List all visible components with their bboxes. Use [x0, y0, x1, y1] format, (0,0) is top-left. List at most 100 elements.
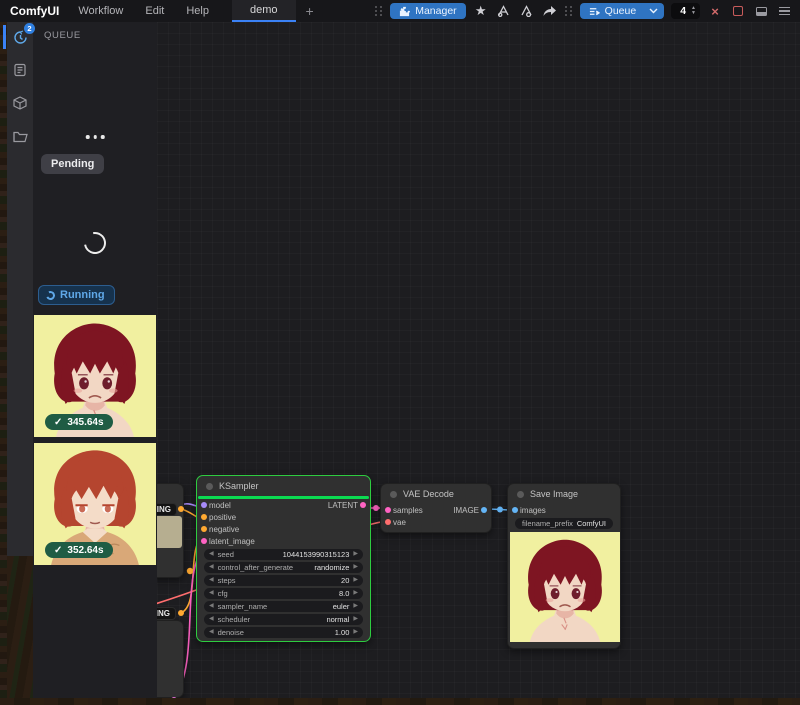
increment-icon[interactable]: ▶: [353, 601, 358, 612]
decrement-icon[interactable]: ◀: [209, 627, 214, 638]
sidebar-icon-rail: 2: [7, 22, 33, 556]
stop-icon[interactable]: [730, 3, 746, 19]
negative-input-dot[interactable]: [201, 526, 207, 532]
queue-run-icon: [589, 6, 600, 17]
check-icon: ✓: [54, 417, 62, 428]
comfyui-app: ComfyUI Workflow Edit Help demo + Manage…: [0, 0, 800, 705]
desktop-wallpaper-rail: [7, 556, 33, 705]
node-ksampler[interactable]: KSampler model LATENT positive negative …: [196, 475, 371, 642]
node-header[interactable]: Save Image: [508, 484, 620, 504]
saved-image-preview[interactable]: [510, 532, 620, 642]
pending-section-label: Pending: [41, 154, 104, 174]
node-library-icon: [13, 63, 27, 77]
running-badge: RUNNING: [157, 607, 176, 620]
node-header[interactable]: KSampler: [197, 476, 370, 496]
sidebar-item-queue[interactable]: 2: [10, 27, 30, 47]
decrement-icon[interactable]: ◀: [209, 601, 214, 612]
collapse-dot[interactable]: [206, 483, 213, 490]
widget-seed[interactable]: ◀ seed 1044153990315123 ▶: [204, 549, 363, 560]
sidebar-item-node-library[interactable]: [10, 60, 30, 80]
menu-workflow[interactable]: Workflow: [67, 5, 134, 17]
batch-count-stepper[interactable]: 4 ▲▼: [671, 3, 700, 19]
bottom-panel-icon[interactable]: [753, 3, 769, 19]
toolbar-drag-handle[interactable]: [375, 6, 383, 16]
widget-denoise[interactable]: ◀ denoise 1.00 ▶: [204, 627, 363, 638]
decrement-icon[interactable]: ◀: [209, 562, 214, 573]
hamburger-menu-icon[interactable]: [776, 3, 792, 19]
collapse-dot[interactable]: [390, 491, 397, 498]
widget-sampler-name[interactable]: ◀ sampler_name euler ▶: [204, 601, 363, 612]
app-logo: ComfyUI: [0, 4, 67, 18]
duration-badge: ✓ 352.64s: [45, 542, 113, 558]
star-icon[interactable]: ★: [473, 3, 489, 19]
top-menubar: ComfyUI Workflow Edit Help demo + Manage…: [0, 0, 800, 22]
images-input-dot[interactable]: [512, 507, 518, 513]
menu-edit[interactable]: Edit: [134, 5, 175, 17]
node-title: KSampler: [219, 481, 259, 491]
loading-spinner-icon: [80, 228, 111, 259]
queue-button[interactable]: Queue: [580, 3, 665, 19]
widget-cfg[interactable]: ◀ cfg 8.0 ▶: [204, 588, 363, 599]
decrement-icon[interactable]: ◀: [209, 549, 214, 560]
vae-input-dot[interactable]: [385, 519, 391, 525]
lasso-icon-2[interactable]: [519, 3, 535, 19]
node-vae-decode[interactable]: VAE Decode samples IMAGE vae: [380, 483, 492, 533]
puzzle-icon: [399, 6, 410, 17]
queue-result-thumbnail-1[interactable]: ✓ 345.64s: [34, 315, 156, 437]
desktop-wallpaper-left: [0, 22, 7, 705]
widget-filename-prefix[interactable]: filename_prefix ComfyUI: [515, 518, 613, 529]
chevron-down-icon[interactable]: [649, 8, 658, 14]
queue-panel: QUEUE Pending Running ✓ 345.64s ✓ 352.64…: [33, 22, 157, 698]
node-save-image[interactable]: Save Image images filename_prefix ComfyU…: [507, 483, 621, 649]
positive-input-dot[interactable]: [201, 514, 207, 520]
share-icon[interactable]: [542, 3, 558, 19]
queue-panel-title: QUEUE: [33, 22, 157, 41]
folder-icon: [13, 130, 28, 143]
conditioning-output-dot[interactable]: [178, 610, 184, 616]
increment-icon[interactable]: ▶: [353, 588, 358, 599]
sidebar-item-model-library[interactable]: [10, 93, 30, 113]
latent-output-dot[interactable]: [360, 502, 366, 508]
decrement-icon[interactable]: ◀: [209, 575, 214, 586]
increment-icon[interactable]: ▶: [353, 562, 358, 573]
desktop-wallpaper-bottom: [0, 698, 800, 705]
increment-icon[interactable]: ▶: [353, 614, 358, 625]
node-graph-canvas[interactable]: th lor, ed itable RUNNING RUNNING KSampl…: [157, 22, 800, 698]
node-header[interactable]: VAE Decode: [381, 484, 491, 504]
cube-icon: [13, 96, 27, 110]
samples-input-dot[interactable]: [385, 507, 391, 513]
image-output-dot[interactable]: [481, 507, 487, 513]
manager-button[interactable]: Manager: [390, 3, 465, 19]
running-spinner-icon: [45, 289, 57, 301]
queue-result-thumbnail-2[interactable]: ✓ 352.64s: [34, 443, 156, 565]
decrement-icon[interactable]: ◀: [209, 614, 214, 625]
widget-steps[interactable]: ◀ steps 20 ▶: [204, 575, 363, 586]
sidebar-item-workflows[interactable]: [10, 126, 30, 146]
batch-count-value: 4: [680, 5, 686, 17]
queue-drag-handle[interactable]: [565, 6, 573, 16]
conditioning-output-dot[interactable]: [178, 506, 184, 512]
lasso-icon-1[interactable]: [496, 3, 512, 19]
decrement-icon[interactable]: ◀: [209, 588, 214, 599]
prompt-text-widget[interactable]: th lor, ed itable: [157, 516, 182, 548]
workflow-tab-demo[interactable]: demo: [232, 0, 296, 22]
increment-icon[interactable]: ▶: [353, 575, 358, 586]
increment-icon[interactable]: ▶: [353, 549, 358, 560]
queue-count-badge: 2: [24, 23, 35, 34]
clear-queue-icon[interactable]: ×: [707, 3, 723, 19]
increment-icon[interactable]: ▶: [353, 627, 358, 638]
collapse-dot[interactable]: [517, 491, 524, 498]
new-tab-button[interactable]: +: [296, 3, 324, 19]
check-icon: ✓: [54, 545, 62, 556]
running-badge: RUNNING: [157, 503, 177, 516]
widget-scheduler[interactable]: ◀ scheduler normal ▶: [204, 614, 363, 625]
node-clip-text-encode-partial[interactable]: th lor, ed itable: [157, 483, 184, 578]
stepper-arrows-icon[interactable]: ▲▼: [691, 6, 696, 16]
node-title: Save Image: [530, 489, 578, 499]
node-partial-bottom[interactable]: [157, 620, 184, 698]
latent-image-input-dot[interactable]: [201, 538, 207, 544]
widget-control-after-generate[interactable]: ◀ control_after_generate randomize ▶: [204, 562, 363, 573]
more-options-icon[interactable]: [86, 135, 105, 139]
menu-help[interactable]: Help: [175, 5, 220, 17]
model-input-dot[interactable]: [201, 502, 207, 508]
